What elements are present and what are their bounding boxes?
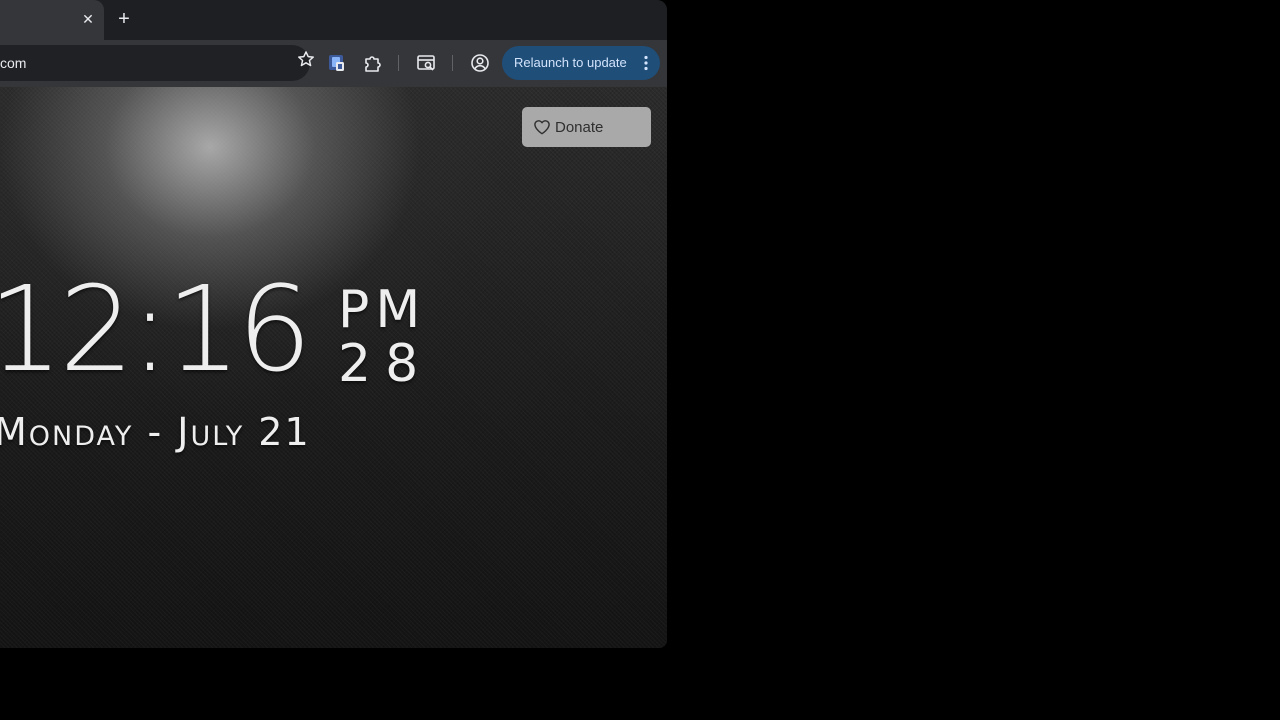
toolbar: com Relaunch to update xyxy=(0,40,667,87)
extension-shield-icon[interactable] xyxy=(326,52,348,74)
heart-icon xyxy=(534,120,550,135)
clock-date: Monday - July 21 xyxy=(0,410,311,454)
clock-seconds: 28 xyxy=(338,334,433,394)
relaunch-to-update-button[interactable]: Relaunch to update xyxy=(502,46,660,80)
clock-page: Donate 12:16 PM 28 Monday - July 21 xyxy=(0,87,667,648)
profile-icon[interactable] xyxy=(469,52,491,74)
active-tab[interactable]: ✕ xyxy=(0,0,104,40)
clock-time: 12:16 xyxy=(0,260,312,398)
relaunch-label: Relaunch to update xyxy=(514,55,627,70)
url-text: com xyxy=(0,55,27,71)
star-icon[interactable] xyxy=(296,49,316,69)
tab-strip: ✕ + xyxy=(0,0,667,40)
close-tab-icon[interactable]: ✕ xyxy=(79,10,97,28)
donate-button[interactable]: Donate xyxy=(522,107,651,147)
more-vertical-icon[interactable] xyxy=(641,55,651,71)
toolbar-divider xyxy=(398,55,399,71)
address-bar[interactable]: com xyxy=(0,45,310,81)
new-tab-button[interactable]: + xyxy=(113,8,135,30)
browser-window: ✕ + com Relaunch to update Donate 12:16 … xyxy=(0,0,667,648)
tab-search-icon[interactable] xyxy=(415,52,437,74)
puzzle-icon[interactable] xyxy=(362,52,384,74)
toolbar-divider xyxy=(452,55,453,71)
donate-label: Donate xyxy=(555,119,604,136)
clock-ampm: PM xyxy=(338,280,427,340)
